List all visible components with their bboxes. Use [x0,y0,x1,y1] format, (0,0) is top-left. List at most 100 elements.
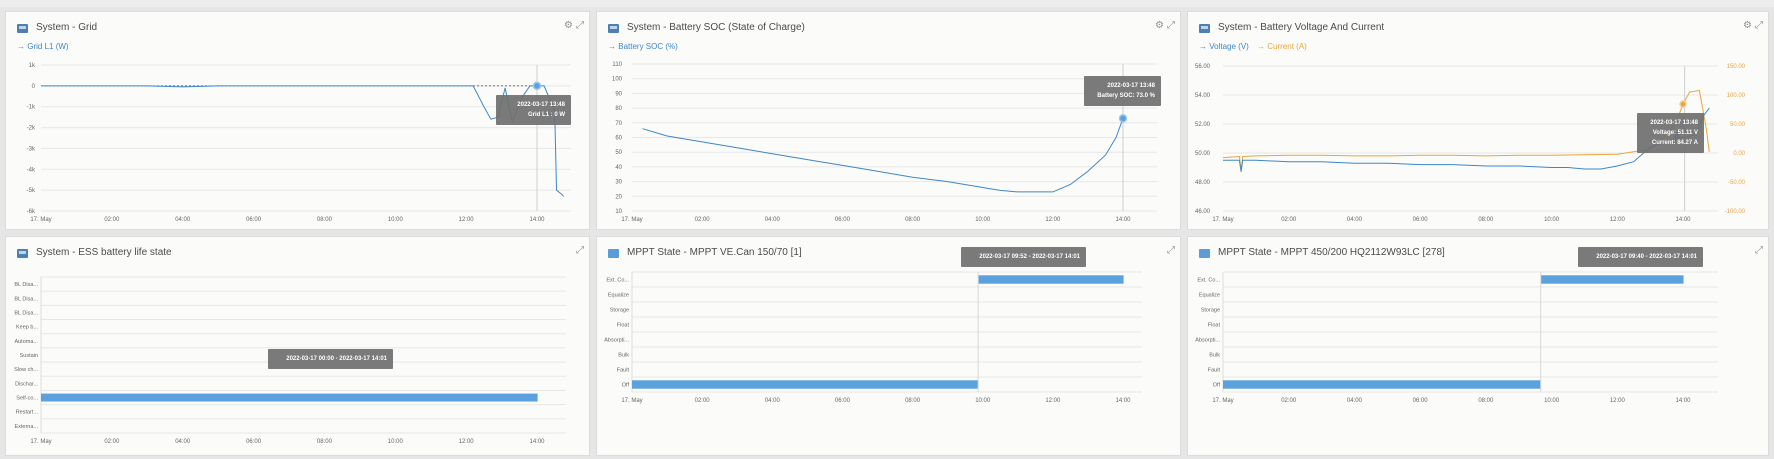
category-label: BL Disa... [14,282,38,288]
tooltip-text: 2022-03-17 09:52 - 2022-03-17 14:01 [979,254,1080,260]
panel-ess-battery-life-state: System - ESS battery life state ⤢ BL Dis… [5,236,590,456]
tooltip-text: Current: 84.27 A [1652,140,1699,146]
y-tick-label: 10 [615,209,622,215]
category-label: Float [1208,323,1221,329]
tooltip-text: Grid L1 : 0 W [528,112,565,118]
category-label: Dischar... [15,381,38,387]
chart-voltage-current[interactable]: 56.00 54.00 52.00 50.00 48.00 46.00 150.00 100.… [1188,12,1770,231]
y-tick-label: 50 [615,150,622,156]
x-tick-label: 14:00 [529,217,545,223]
x-tick-label: 10:00 [1544,217,1560,223]
state-bar [632,380,979,389]
x-tick-label: 17. May [621,217,642,223]
x-tick-label: 14:00 [1115,217,1131,223]
x-tick-label: 08:00 [317,217,333,223]
category-label: Storage [1201,308,1220,314]
chart-mppt-450-200[interactable]: Ext. Co... Equalize Storage Float Absorpti..… [1188,237,1770,457]
y-tick-label-left: 46.00 [1195,209,1211,215]
category-label: Equalize [1199,293,1220,299]
state-bar [1540,275,1684,284]
y-tick-label: -4k [27,167,36,173]
x-tick-label: 12:00 [1045,398,1061,404]
panel-system-grid: System - Grid ⚙ ⤢ → Grid L1 (W) 1k 0 -1k -2… [5,11,590,230]
chart-mppt-vecan[interactable]: Ext. Co... Equalize Storage Float Absorpti..… [597,237,1182,457]
y-tick-label-left: 52.00 [1195,122,1211,128]
y-tick-label-right: 100.00 [1727,93,1746,99]
x-tick-label: 10:00 [975,217,991,223]
y-tick-label: -2k [27,126,36,132]
tooltip-text: 2022-03-17 13:48 [517,102,565,108]
category-label: Absorpti... [1195,338,1220,344]
x-tick-label: 14:00 [529,439,545,445]
y-tick-label-left: 56.00 [1195,64,1211,70]
y-tick-label-left: 48.00 [1195,180,1211,186]
tooltip-text: 2022-03-17 00:00 - 2022-03-17 14:01 [286,356,387,362]
category-label: Slow ch... [14,367,38,373]
x-tick-label: 06:00 [1413,398,1429,404]
x-tick-label: 02:00 [1281,217,1297,223]
series-line-voltage [1223,107,1710,172]
y-tick-label-right: -100.00 [1725,209,1746,215]
x-tick-label: 08:00 [905,217,921,223]
x-tick-label: 08:00 [905,398,921,404]
category-label: Restart... [16,410,39,416]
category-label: Keep b... [16,325,38,331]
x-tick-label: 06:00 [1413,217,1429,223]
category-label: Bulk [1209,353,1220,359]
tooltip-bg [496,95,571,125]
y-tick-label: -5k [27,188,36,194]
panel-battery-voltage-current: System - Battery Voltage And Current ⚙ ⤢… [1187,11,1769,230]
panel-mppt-vecan: MPPT State - MPPT VE.Can 150/70 [1] ⤢ Ex… [596,236,1181,456]
tooltip-bg [1084,76,1161,106]
hover-marker [532,81,542,91]
category-label: Off [622,383,630,389]
y-tick-label: 30 [615,180,622,186]
category-label: BL Disa... [14,310,38,316]
x-tick-label: 12:00 [459,439,475,445]
category-label: Ext. Co... [1197,278,1220,284]
y-tick-label-left: 54.00 [1195,93,1211,99]
y-tick-label-right: 50.00 [1730,122,1746,128]
hover-marker-current [1679,100,1687,108]
x-tick-label: 02:00 [104,439,120,445]
x-tick-label: 04:00 [765,398,781,404]
x-tick-label: 12:00 [459,217,475,223]
x-tick-label: 12:00 [1045,217,1061,223]
chart-soc[interactable]: 110 100 90 80 70 60 50 40 30 20 10 17. May 02:00 04:0… [597,12,1182,231]
x-tick-label: 10:00 [1544,398,1560,404]
category-label: Externa... [14,424,38,430]
y-tick-label: 70 [615,121,622,127]
x-tick-label: 02:00 [104,217,120,223]
tooltip-text: Voltage: 51.11 V [1653,130,1698,136]
x-tick-label: 17. May [1212,398,1233,404]
y-tick-label-right: -50.00 [1728,180,1746,186]
category-label: Storage [610,308,629,314]
y-tick-label: 20 [615,194,622,200]
series-line-battery-soc [642,118,1124,193]
category-label: Fault [617,368,630,374]
chart-grid[interactable]: 1k 0 -1k -2k -3k -4k -5k -6k 17. May 02:00 04:00 06… [6,12,591,231]
y-tick-label-right: 150.00 [1727,64,1746,70]
y-tick-label: 100 [612,77,623,83]
category-label: Sustain [20,353,38,359]
category-label: Absorpti... [604,338,629,344]
x-tick-label: 04:00 [1347,398,1363,404]
y-tick-label: -1k [27,105,36,111]
series-line-grid-l1 [41,85,564,197]
x-tick-label: 02:00 [1281,398,1297,404]
category-label: Automa... [14,339,38,345]
x-tick-label: 10:00 [975,398,991,404]
chart-ess-state[interactable]: BL Disa... BL Disa... BL Disa... Keep b... A… [6,237,591,457]
x-tick-label: 08:00 [1478,398,1494,404]
y-tick-label: -6k [27,209,36,215]
x-tick-label: 06:00 [835,398,851,404]
x-tick-label: 17. May [30,439,51,445]
state-bar [1223,380,1541,389]
category-label: Ext. Co... [606,278,629,284]
y-tick-label: -3k [27,146,36,152]
category-label: BL Disa... [14,296,38,302]
y-tick-label: 60 [615,136,622,142]
y-tick-label: 90 [615,91,622,97]
category-label: Equalize [608,293,629,299]
x-tick-label: 08:00 [1478,217,1494,223]
